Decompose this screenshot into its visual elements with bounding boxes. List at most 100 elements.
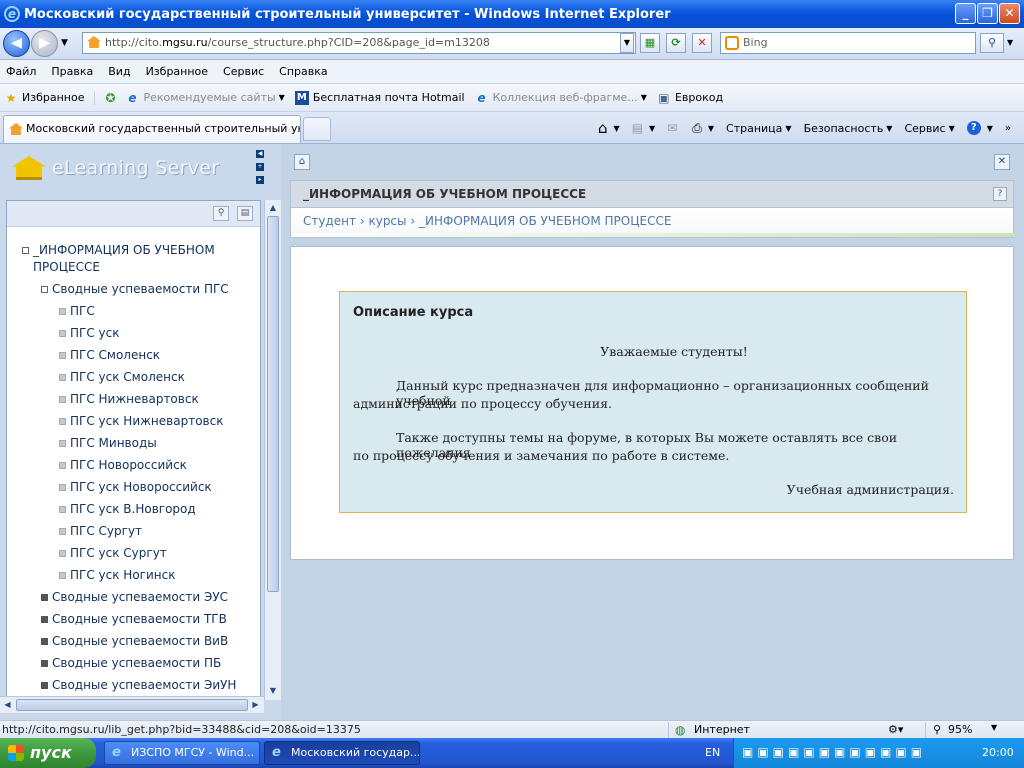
tree-vertical-scrollbar[interactable]: ▲ ▼	[264, 200, 281, 700]
fav-hotmail[interactable]: M Бесплатная почта Hotmail	[294, 90, 465, 105]
menu-view[interactable]: Вид	[108, 65, 130, 78]
taskbar-item-2-active[interactable]: e Московский государ...	[264, 741, 420, 765]
search-options-icon[interactable]: ▼	[1007, 38, 1013, 47]
scroll-up-icon[interactable]: ▲	[267, 201, 279, 214]
fav-recommended-sites[interactable]: e Рекомендуемые сайты ▼	[125, 91, 284, 105]
collapse-all-icon[interactable]: ▸	[256, 176, 264, 184]
tree-group-pgs[interactable]: Сводные успеваемости ПГС	[7, 281, 260, 298]
breadcrumb-courses[interactable]: курсы	[368, 214, 406, 228]
tree-group-label: Сводные успеваемости ВиВ	[52, 634, 229, 648]
forward-button[interactable]: ▶	[31, 30, 58, 57]
tree-group[interactable]: Сводные успеваемости ПБ	[7, 655, 260, 672]
menu-bar: Файл Правка Вид Избранное Сервис Справка	[0, 60, 1024, 84]
favorites-button[interactable]: ★ Избранное	[4, 91, 85, 105]
tree-group-label: Сводные успеваемости ЭУС	[52, 590, 229, 604]
scroll-thumb[interactable]	[16, 699, 248, 711]
tree-group[interactable]: Сводные успеваемости ЭиУН	[7, 677, 260, 694]
close-icon[interactable]: ✕	[994, 154, 1010, 170]
scroll-thumb[interactable]	[267, 216, 279, 592]
tree-group[interactable]: Сводные успеваемости ТГВ	[7, 611, 260, 628]
menu-edit[interactable]: Правка	[51, 65, 93, 78]
help-icon[interactable]: ?	[993, 187, 1007, 201]
scroll-right-icon[interactable]: ▶	[249, 699, 262, 711]
read-mail-button[interactable]: ✉	[667, 121, 680, 135]
tree-leaf[interactable]: ПГС уск Ногинск	[7, 567, 260, 584]
zoom-dropdown-icon[interactable]: ▼	[991, 723, 997, 732]
start-button[interactable]: пуск	[0, 738, 96, 768]
tree-toolbar: ⚲ ▤	[7, 201, 260, 227]
close-window-button[interactable]: ✕	[999, 3, 1020, 24]
tree-leaf-label: ПГС Сургут	[70, 524, 143, 538]
system-tray: ▣▣▣▣▣▣▣▣▣▣▣▣ 20:00	[733, 738, 1024, 768]
tree-leaf[interactable]: ПГС Новороссийск	[7, 457, 260, 474]
tools-menu[interactable]: Сервис ▼	[904, 122, 954, 135]
stop-icon[interactable]: ✕	[692, 33, 712, 53]
new-tab-button[interactable]	[303, 117, 331, 141]
tree-leaf[interactable]: ПГС Нижневартовск	[7, 391, 260, 408]
bing-icon	[725, 36, 739, 50]
language-indicator[interactable]: EN	[705, 746, 720, 759]
tree-leaf[interactable]: ПГС уск Новороссийск	[7, 479, 260, 496]
protected-mode-icon[interactable]: ⚙▾	[888, 723, 903, 736]
search-tree-icon[interactable]: ⚲	[213, 206, 229, 221]
tree-leaf[interactable]: ПГС Сургут	[7, 523, 260, 540]
tree-root[interactable]: _ИНФОРМАЦИЯ ОБ УЧЕБНОМ ПРОЦЕССЕ	[7, 242, 260, 276]
search-input[interactable]: Bing	[720, 32, 976, 54]
home-icon[interactable]: ⌂	[294, 154, 310, 170]
fav-evrokod[interactable]: ▣ Еврокод	[657, 91, 723, 105]
address-bar[interactable]: http://cito.mgsu.ru/course_structure.php…	[82, 32, 636, 54]
tree-leaf-icon	[59, 396, 66, 403]
tree-leaf[interactable]: ПГС уск Смоленск	[7, 369, 260, 386]
expand-all-icon[interactable]: +	[256, 163, 264, 171]
tree-leaf[interactable]: ПГС уск В.Новгород	[7, 501, 260, 518]
tree-horizontal-scrollbar[interactable]: ◀ ▶	[0, 696, 264, 713]
feeds-button[interactable]: ▤ ▼	[632, 121, 656, 135]
minimize-button[interactable]: _	[955, 3, 976, 24]
refresh-icon[interactable]: ⟳	[666, 33, 686, 53]
help-menu[interactable]: ? ▼	[966, 121, 993, 135]
breadcrumb-student[interactable]: Студент	[303, 214, 356, 228]
tray-icons[interactable]: ▣▣▣▣▣▣▣▣▣▣▣▣	[742, 745, 926, 759]
safety-menu[interactable]: Безопасность ▼	[804, 122, 893, 135]
tree-leaf[interactable]: ПГС уск Нижневартовск	[7, 413, 260, 430]
ie-page-icon: e	[477, 90, 486, 105]
scroll-left-icon[interactable]: ◀	[1, 699, 14, 711]
page-menu[interactable]: Страница ▼	[726, 122, 792, 135]
maximize-button[interactable]: ❐	[977, 3, 998, 24]
print-button[interactable]: ⎙ ▼	[692, 121, 714, 136]
history-dropdown-icon[interactable]: ▼	[61, 38, 68, 48]
address-dropdown-icon[interactable]: ▼	[620, 33, 634, 53]
tree-leaf[interactable]: ПГС Минводы	[7, 435, 260, 452]
menu-favorites[interactable]: Избранное	[146, 65, 208, 78]
add-favorite-button[interactable]: ✪	[94, 90, 121, 105]
compatibility-view-icon[interactable]: ▦	[640, 33, 660, 53]
app-logo: eLearning Server	[12, 156, 219, 180]
scroll-down-icon[interactable]: ▼	[267, 684, 279, 697]
tree-group[interactable]: Сводные успеваемости ВиВ	[7, 633, 260, 650]
chevron-down-icon: ▼	[640, 93, 647, 102]
main-area: ⌂ ✕ _ИНФОРМАЦИЯ ОБ УЧЕБНОМ ПРОЦЕССЕ ? Ст…	[290, 152, 1015, 712]
tab-active[interactable]: Московский государственный строительный …	[3, 115, 301, 143]
collapse-panel-icon[interactable]: ◀	[256, 150, 264, 158]
menu-tools[interactable]: Сервис	[223, 65, 264, 78]
course-tree-panel: ⚲ ▤ _ИНФОРМАЦИЯ ОБ УЧЕБНОМ ПРОЦЕССЕ Свод…	[6, 200, 261, 700]
fav-webslice-gallery[interactable]: e Коллекция веб-фрагме... ▼	[475, 90, 647, 105]
tree-root-line1: _ИНФОРМАЦИЯ ОБ УЧЕБНОМ	[33, 243, 215, 257]
fav-evrokod-label: Еврокод	[674, 91, 724, 104]
tree-group[interactable]: Сводные успеваемости ЭУС	[7, 589, 260, 606]
menu-help[interactable]: Справка	[279, 65, 327, 78]
tree-leaf[interactable]: ПГС уск	[7, 325, 260, 342]
tree-leaf[interactable]: ПГС Смоленск	[7, 347, 260, 364]
windows-logo-icon	[8, 745, 24, 761]
home-button[interactable]: ⌂ ▼	[598, 119, 620, 137]
back-button[interactable]: ◀	[3, 30, 30, 57]
tree-leaf-icon	[59, 528, 66, 535]
tree-leaf[interactable]: ПГС уск Сургут	[7, 545, 260, 562]
zoom-level[interactable]: 95%	[948, 723, 972, 736]
taskbar-item-1[interactable]: e ИЗСПО МГСУ - Wind...	[104, 741, 260, 765]
tree-leaf[interactable]: ПГС	[7, 303, 260, 320]
more-tools-button[interactable]: »	[1005, 123, 1011, 134]
menu-file[interactable]: Файл	[6, 65, 36, 78]
search-icon[interactable]: ⚲	[980, 33, 1004, 53]
tree-settings-icon[interactable]: ▤	[237, 206, 253, 221]
